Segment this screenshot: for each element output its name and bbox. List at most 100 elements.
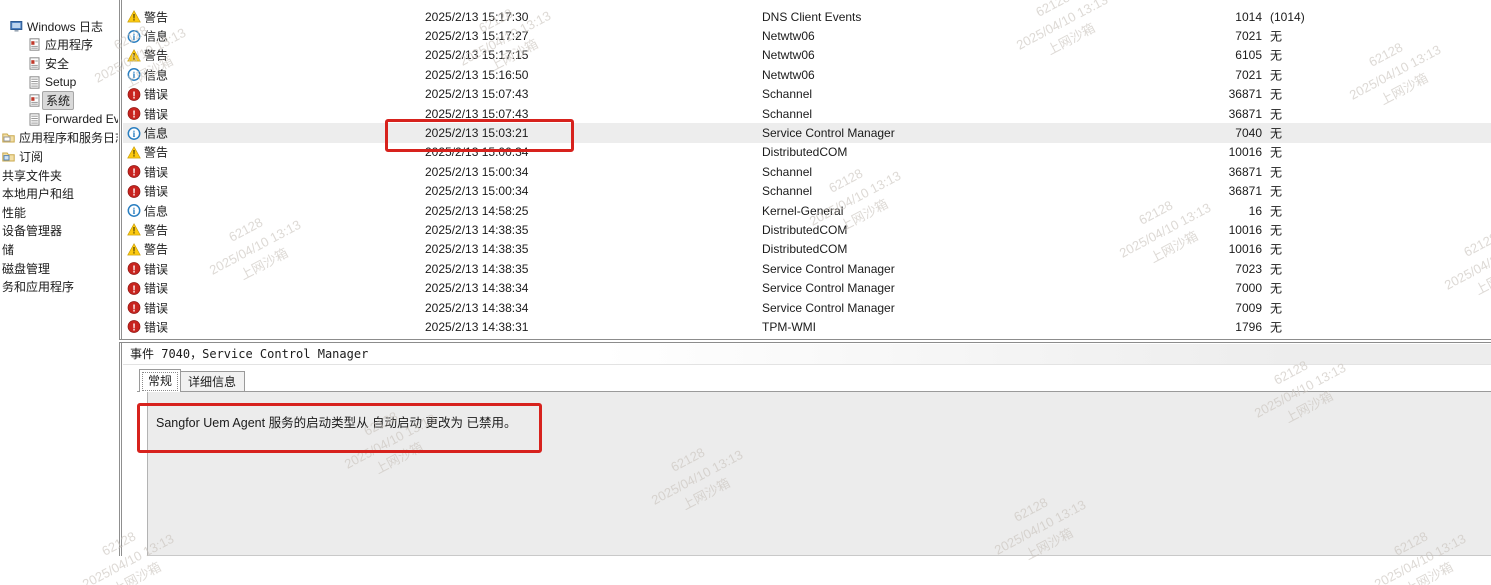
- event-task-category: 无: [1270, 28, 1282, 45]
- event-level-label: 错误: [144, 183, 168, 200]
- error-icon: !: [127, 184, 141, 198]
- event-row[interactable]: !错误2025/2/13 14:38:31TPM-WMI1796无: [123, 317, 1491, 336]
- sidebar-item-性能[interactable]: 性能: [0, 203, 118, 222]
- event-datetime: 2025/2/13 15:00:34: [425, 145, 528, 159]
- event-level-label: 信息: [144, 125, 168, 142]
- warning-icon: !: [127, 223, 141, 237]
- event-task-category: 无: [1270, 125, 1282, 142]
- event-level-label: 错误: [144, 163, 168, 180]
- svg-text:i: i: [133, 130, 136, 140]
- event-datetime: 2025/2/13 15:07:43: [425, 107, 528, 121]
- event-task-category: 无: [1270, 66, 1282, 83]
- event-task-category: 无: [1270, 163, 1282, 180]
- sidebar-item-Setup[interactable]: Setup: [0, 73, 118, 92]
- sidebar-item-label: 应用程序: [45, 36, 93, 53]
- event-row[interactable]: !错误2025/2/13 14:38:34Service Control Man…: [123, 278, 1491, 297]
- event-id: 10016: [1229, 145, 1262, 159]
- svg-text:i: i: [133, 207, 136, 217]
- event-row[interactable]: !错误2025/2/13 14:38:34Service Control Man…: [123, 298, 1491, 317]
- event-task-category: 无: [1270, 221, 1282, 238]
- tab-details[interactable]: 详细信息: [179, 371, 245, 392]
- warning-icon: !: [127, 10, 141, 24]
- error-icon: !: [127, 320, 141, 334]
- sidebar-item-label: 本地用户和组: [2, 185, 74, 202]
- event-datetime: 2025/2/13 14:38:35: [425, 223, 528, 237]
- event-row[interactable]: !警告2025/2/13 15:00:34DistributedCOM10016…: [123, 143, 1491, 162]
- event-datetime: 2025/2/13 15:00:34: [425, 165, 528, 179]
- sidebar-item-label: 储: [2, 241, 14, 258]
- event-level-cell: i信息: [127, 66, 168, 83]
- log-plain-icon: [28, 113, 41, 126]
- event-id: 1796: [1235, 320, 1262, 334]
- sidebar-item-应用程序和服务日志[interactable]: 应用程序和服务日志: [0, 129, 118, 148]
- event-row[interactable]: !错误2025/2/13 15:07:43Schannel36871无: [123, 104, 1491, 123]
- event-task-category: 无: [1270, 260, 1282, 277]
- event-level-cell: !错误: [127, 260, 168, 277]
- svg-text:!: !: [132, 110, 135, 121]
- sidebar-item-务和应用程序[interactable]: 务和应用程序: [0, 277, 118, 296]
- event-row[interactable]: !错误2025/2/13 15:07:43Schannel36871无: [123, 85, 1491, 104]
- sidebar-splitter[interactable]: [119, 0, 122, 556]
- tab-general[interactable]: 常规: [139, 369, 181, 392]
- event-row[interactable]: i信息2025/2/13 15:17:27Netwtw067021无: [123, 26, 1491, 45]
- event-row[interactable]: !警告2025/2/13 14:38:35DistributedCOM10016…: [123, 220, 1491, 239]
- event-row[interactable]: !错误2025/2/13 15:00:34Schannel36871无: [123, 182, 1491, 201]
- sidebar-item-订阅[interactable]: 订阅: [0, 147, 118, 166]
- event-source: Schannel: [762, 87, 812, 101]
- sidebar-item-label: 性能: [2, 204, 26, 221]
- sidebar-item-安全[interactable]: 安全: [0, 54, 118, 73]
- event-level-cell: !警告: [127, 47, 168, 64]
- event-row[interactable]: !警告2025/2/13 14:38:35DistributedCOM10016…: [123, 240, 1491, 259]
- event-datetime: 2025/2/13 14:38:34: [425, 301, 528, 315]
- event-level-cell: i信息: [127, 202, 168, 219]
- sidebar-item-label: 共享文件夹: [2, 167, 62, 184]
- sidebar-item-Forwarded Eve[interactable]: Forwarded Eve: [0, 110, 118, 129]
- event-datetime: 2025/2/13 14:38:34: [425, 281, 528, 295]
- event-row[interactable]: i信息2025/2/13 15:03:21Service Control Man…: [123, 123, 1491, 142]
- event-level-cell: i 信息: [127, 125, 168, 142]
- sidebar-item-本地用户和组[interactable]: 本地用户和组: [0, 184, 118, 203]
- sidebar-item-label: 订阅: [19, 148, 43, 165]
- sidebar-item-label: Windows 日志: [27, 18, 103, 35]
- svg-text:i: i: [133, 71, 136, 81]
- event-row[interactable]: !错误2025/2/13 15:00:34Schannel36871无: [123, 162, 1491, 181]
- svg-text:!: !: [132, 90, 135, 101]
- event-datetime: 2025/2/13 15:03:21: [425, 126, 528, 140]
- event-level-label: 警告: [144, 47, 168, 64]
- sidebar-item-应用程序[interactable]: 应用程序: [0, 36, 118, 55]
- sidebar-item-label: 安全: [45, 55, 69, 72]
- event-log-icon: [28, 94, 41, 107]
- event-level-label: 警告: [144, 241, 168, 258]
- event-level-cell: !警告: [127, 8, 168, 25]
- sidebar-item-系统[interactable]: 系统: [0, 91, 118, 110]
- event-level-label: 警告: [144, 144, 168, 161]
- event-datetime: 2025/2/13 14:38:35: [425, 262, 528, 276]
- svg-text:!: !: [132, 168, 135, 179]
- event-source: Service Control Manager: [762, 281, 895, 295]
- sidebar-item-磁盘管理[interactable]: 磁盘管理: [0, 259, 118, 278]
- event-task-category: 无: [1270, 202, 1282, 219]
- sidebar-item-Windows 日志[interactable]: Windows 日志: [0, 17, 118, 36]
- sidebar-item-储[interactable]: 储: [0, 240, 118, 259]
- event-source: Service Control Manager: [762, 262, 895, 276]
- event-row[interactable]: i信息2025/2/13 14:58:25Kernel-General16无: [123, 201, 1491, 220]
- svg-text:!: !: [132, 284, 135, 295]
- event-level-cell: ! 错误: [127, 163, 168, 180]
- event-datetime: 2025/2/13 15:17:30: [425, 10, 528, 24]
- event-source: DistributedCOM: [762, 242, 847, 256]
- warning-icon: !: [127, 242, 141, 256]
- sidebar-item-label: 应用程序和服务日志: [19, 129, 118, 146]
- event-level-label: 错误: [144, 299, 168, 316]
- event-row[interactable]: !警告2025/2/13 15:17:30DNS Client Events10…: [123, 7, 1491, 26]
- event-id: 7009: [1235, 301, 1262, 315]
- event-row[interactable]: i信息2025/2/13 15:16:50Netwtw067021无: [123, 65, 1491, 84]
- event-row[interactable]: !警告2025/2/13 15:17:15Netwtw066105无: [123, 46, 1491, 65]
- event-source: Schannel: [762, 184, 812, 198]
- event-row[interactable]: !错误 2025/2/13 14:38:35 Service Control Man…: [123, 259, 1491, 278]
- sidebar-item-设备管理器[interactable]: 设备管理器: [0, 222, 118, 241]
- event-datetime: 2025/2/13 14:58:25: [425, 204, 528, 218]
- sidebar-item-共享文件夹[interactable]: 共享文件夹: [0, 166, 118, 185]
- event-datetime: 2025/2/13 15:16:50: [425, 68, 528, 82]
- event-id: 7021: [1235, 29, 1262, 43]
- event-level-label: 警告: [144, 221, 168, 238]
